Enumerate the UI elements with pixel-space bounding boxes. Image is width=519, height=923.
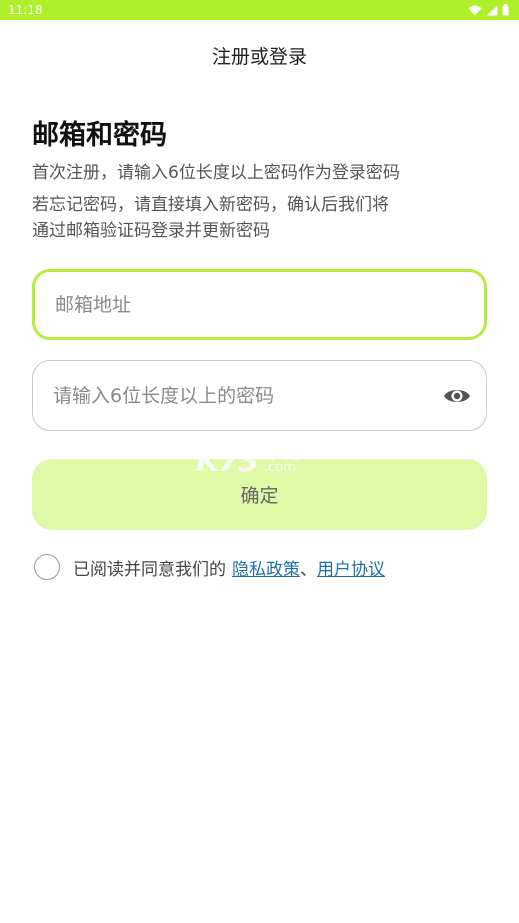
email-input[interactable]: [55, 293, 464, 316]
page-title: 注册或登录: [211, 46, 307, 68]
description-line-2: 若忘记密码，请直接填入新密码，确认后我们将: [32, 195, 389, 215]
password-field-container: [32, 360, 487, 431]
status-icons: [468, 4, 509, 16]
confirm-button[interactable]: 确定: [32, 459, 487, 530]
agreement-row: 已阅读并同意我们的 隐私政策 、 用户协议: [34, 553, 385, 581]
signal-icon: [486, 5, 498, 15]
section-heading: 邮箱和密码: [32, 120, 167, 151]
email-field-container: [32, 269, 487, 340]
password-input[interactable]: [53, 384, 433, 407]
agreement-checkbox[interactable]: [34, 554, 60, 580]
status-time: 11:18: [8, 3, 43, 17]
agreement-text: 已阅读并同意我们的: [73, 559, 226, 580]
wifi-icon: [468, 5, 482, 15]
description-line-3: 通过邮箱验证码登录并更新密码: [32, 221, 270, 241]
status-bar: 11:18: [0, 0, 519, 20]
battery-icon: [502, 4, 509, 16]
eye-icon[interactable]: [442, 381, 472, 411]
user-agreement-link[interactable]: 用户协议: [317, 555, 385, 580]
privacy-policy-link[interactable]: 隐私政策: [232, 555, 300, 580]
agreement-separator: 、: [300, 559, 317, 580]
description-line-1: 首次注册，请输入6位长度以上密码作为登录密码: [32, 163, 400, 183]
